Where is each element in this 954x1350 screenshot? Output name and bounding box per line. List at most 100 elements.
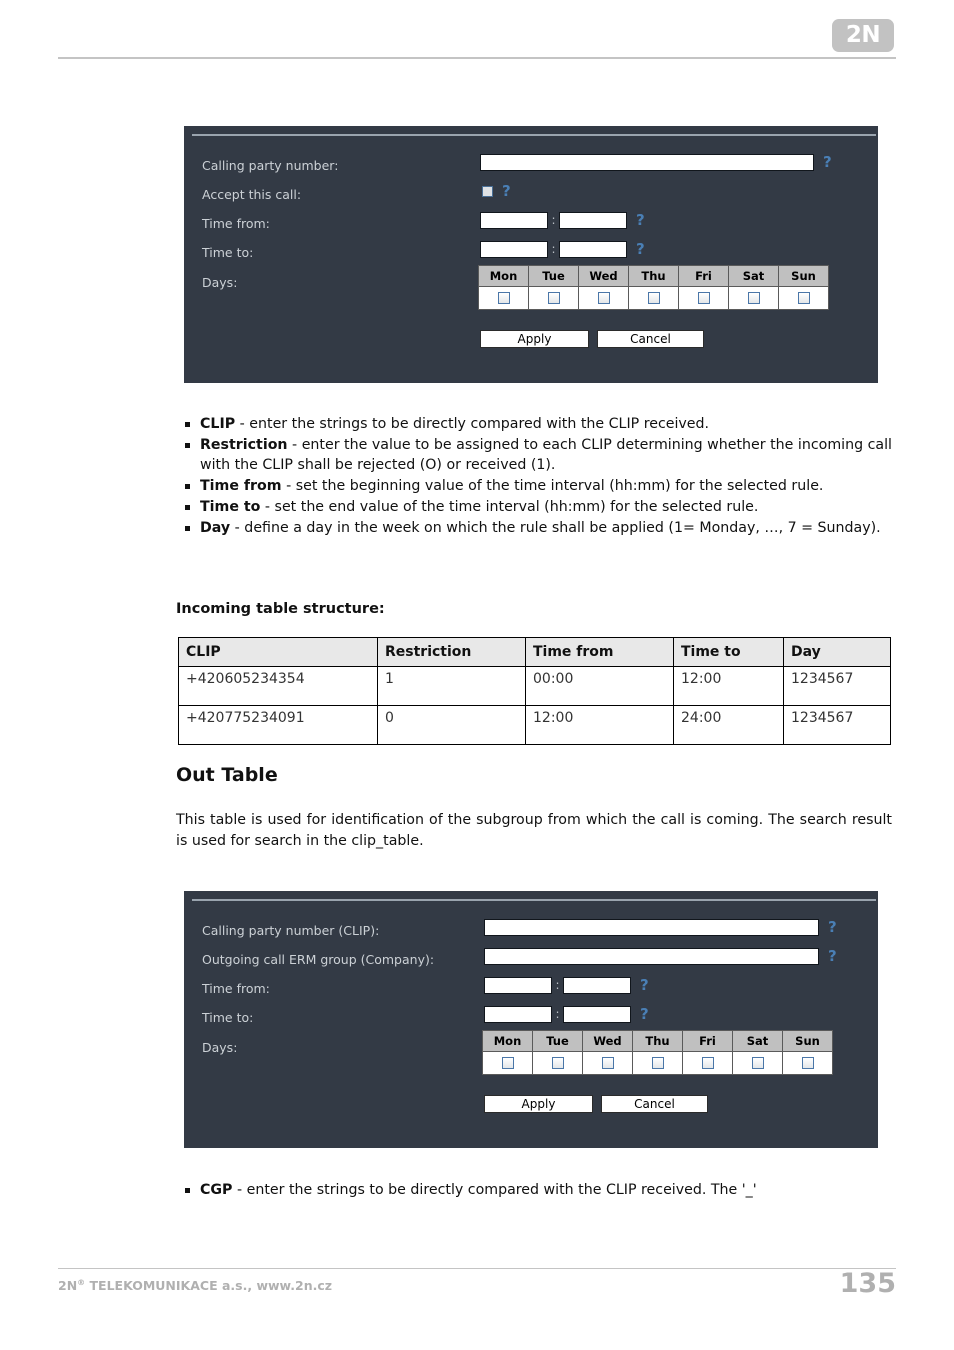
day-header-mon: Mon xyxy=(482,1030,533,1052)
time-from-label: Time from: xyxy=(202,215,270,231)
day-cell-fri[interactable] xyxy=(682,1051,733,1075)
row-time-from: Time from: xyxy=(202,212,270,234)
bullet-term: CGP xyxy=(200,1182,233,1198)
day-cell-wed[interactable] xyxy=(578,286,629,310)
row-clip: Calling party number (CLIP): xyxy=(202,919,379,941)
day-checkbox-mon[interactable] xyxy=(501,1056,514,1069)
bullet-term: Day xyxy=(200,519,231,536)
help-icon[interactable]: ? xyxy=(640,1007,649,1022)
incoming-structure-table: CLIP Restriction Time from Time to Day +… xyxy=(178,637,891,745)
field-calling-party-number: ? xyxy=(480,154,832,171)
out-field-descriptions: CGP - enter the strings to be directly c… xyxy=(176,1180,892,1201)
cell-time-to: 12:00 xyxy=(673,666,784,706)
cell-time-to: 24:00 xyxy=(673,705,784,745)
days-selector-table: Mon Tue Wed Thu Fri Sat Sun xyxy=(482,1030,833,1075)
apply-button[interactable]: Apply xyxy=(480,330,589,348)
time-to-hours-input[interactable] xyxy=(480,241,548,258)
day-cell-tue[interactable] xyxy=(532,1051,583,1075)
apply-button[interactable]: Apply xyxy=(484,1095,593,1113)
help-icon[interactable]: ? xyxy=(636,242,645,257)
day-checkbox-sun[interactable] xyxy=(797,291,810,304)
page-number: 135 xyxy=(839,1268,896,1299)
footer-company: 2N® TELEKOMUNIKACE a.s., www.2n.cz xyxy=(58,1278,332,1293)
cancel-button[interactable]: Cancel xyxy=(601,1095,708,1113)
day-cell-thu[interactable] xyxy=(628,286,679,310)
days-header-row: Mon Tue Wed Thu Fri Sat Sun xyxy=(478,265,829,287)
help-icon[interactable]: ? xyxy=(828,949,837,964)
time-from-minutes-input[interactable] xyxy=(563,977,631,994)
day-header-wed: Wed xyxy=(582,1030,633,1052)
bullet-text: - enter the strings to be directly compa… xyxy=(232,1182,757,1198)
day-header-tue: Tue xyxy=(532,1030,583,1052)
day-cell-thu[interactable] xyxy=(632,1051,683,1075)
clip-label: Calling party number (CLIP): xyxy=(202,922,380,938)
clip-input[interactable] xyxy=(484,919,819,936)
help-icon[interactable]: ? xyxy=(823,155,832,170)
brand-logo-2n: 2N xyxy=(832,19,894,52)
day-checkbox-mon[interactable] xyxy=(497,291,510,304)
calling-party-number-input[interactable] xyxy=(480,154,814,171)
day-checkbox-fri[interactable] xyxy=(701,1056,714,1069)
row-days: Days: xyxy=(202,271,237,293)
day-checkbox-sun[interactable] xyxy=(801,1056,814,1069)
help-icon[interactable]: ? xyxy=(828,920,837,935)
cell-time-from: 12:00 xyxy=(525,705,674,745)
day-cell-mon[interactable] xyxy=(478,286,529,310)
registered-mark-icon: ® xyxy=(77,1278,86,1287)
time-to-hours-input[interactable] xyxy=(484,1006,552,1023)
day-checkbox-wed[interactable] xyxy=(597,291,610,304)
day-cell-sat[interactable] xyxy=(728,286,779,310)
time-to-minutes-input[interactable] xyxy=(559,241,627,258)
bullet-term: Restriction xyxy=(200,436,288,453)
day-checkbox-wed[interactable] xyxy=(601,1056,614,1069)
day-checkbox-thu[interactable] xyxy=(651,1056,664,1069)
day-checkbox-tue[interactable] xyxy=(551,1056,564,1069)
help-icon[interactable]: ? xyxy=(636,213,645,228)
help-icon[interactable]: ? xyxy=(640,978,649,993)
row-accept-this-call: Accept this call: xyxy=(202,183,301,205)
field-time-to: : ? xyxy=(480,241,645,258)
day-cell-mon[interactable] xyxy=(482,1051,533,1075)
day-header-thu: Thu xyxy=(628,265,679,287)
time-separator: : xyxy=(551,213,556,227)
day-cell-fri[interactable] xyxy=(678,286,729,310)
day-checkbox-tue[interactable] xyxy=(547,291,560,304)
list-item: Restriction - enter the value to be assi… xyxy=(176,435,892,476)
day-cell-sun[interactable] xyxy=(782,1051,833,1075)
help-icon[interactable]: ? xyxy=(502,184,511,199)
day-cell-tue[interactable] xyxy=(528,286,579,310)
day-cell-sun[interactable] xyxy=(778,286,829,310)
row-calling-party-number: Calling party number: xyxy=(202,154,338,176)
panel-top-divider xyxy=(192,899,876,901)
list-item: Time to - set the end value of the time … xyxy=(176,497,892,518)
column-header-restriction: Restriction xyxy=(377,637,526,667)
cancel-button[interactable]: Cancel xyxy=(597,330,704,348)
time-to-minutes-input[interactable] xyxy=(563,1006,631,1023)
accept-this-call-checkbox[interactable] xyxy=(482,186,493,197)
bullet-text: - set the beginning value of the time in… xyxy=(281,478,824,495)
incoming-panel-buttons: Apply Cancel xyxy=(480,330,704,348)
days-checkbox-row xyxy=(478,286,829,310)
erm-group-label: Outgoing call ERM group (Company): xyxy=(202,951,435,967)
panel-top-divider xyxy=(192,134,876,136)
day-checkbox-sat[interactable] xyxy=(751,1056,764,1069)
row-erm-group: Outgoing call ERM group (Company): xyxy=(202,948,434,970)
day-checkbox-fri[interactable] xyxy=(697,291,710,304)
day-header-thu: Thu xyxy=(632,1030,683,1052)
incoming-field-descriptions: CLIP - enter the strings to be directly … xyxy=(176,414,892,538)
time-from-minutes-input[interactable] xyxy=(559,212,627,229)
field-accept-this-call: ? xyxy=(482,184,511,199)
day-checkbox-thu[interactable] xyxy=(647,291,660,304)
time-to-label: Time to: xyxy=(202,1009,254,1025)
day-cell-sat[interactable] xyxy=(732,1051,783,1075)
time-from-hours-input[interactable] xyxy=(480,212,548,229)
erm-group-input[interactable] xyxy=(484,948,819,965)
footer-divider xyxy=(58,1268,896,1269)
bullet-term: CLIP xyxy=(200,416,236,432)
field-time-to: : ? xyxy=(484,1006,649,1023)
day-checkbox-sat[interactable] xyxy=(747,291,760,304)
day-cell-wed[interactable] xyxy=(582,1051,633,1075)
bullet-term: Time from xyxy=(200,478,282,495)
time-from-hours-input[interactable] xyxy=(484,977,552,994)
bullet-text: - set the end value of the time interval… xyxy=(260,498,759,515)
